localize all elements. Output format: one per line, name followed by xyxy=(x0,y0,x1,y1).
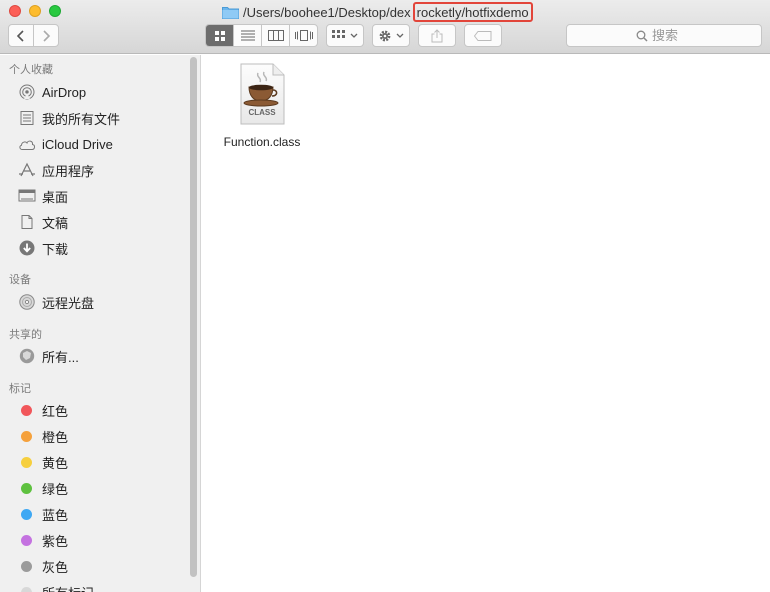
share-icon xyxy=(431,28,443,42)
tag-color-dot xyxy=(21,560,32,572)
list-icon xyxy=(240,30,255,41)
forward-button[interactable] xyxy=(33,25,58,46)
desktop-icon xyxy=(18,187,36,205)
tag-color-dot xyxy=(21,456,32,468)
sidebar-item-documents[interactable]: 文稿 xyxy=(18,212,68,232)
cover-flow-view-button[interactable] xyxy=(289,25,317,46)
zoom-window-button[interactable] xyxy=(49,5,61,17)
sidebar-item-label: 应用程序 xyxy=(42,163,95,179)
tags-heading: 标记 xyxy=(9,383,31,395)
gear-icon xyxy=(379,30,391,41)
columns-icon xyxy=(267,30,284,41)
sidebar-item-applications[interactable]: 应用程序 xyxy=(18,160,94,180)
sidebar-item-label: 紫色 xyxy=(42,533,69,549)
sidebar-item-desktop[interactable]: 桌面 xyxy=(18,186,68,206)
share-button[interactable] xyxy=(418,24,456,47)
java-class-file-icon: CLASS xyxy=(237,63,287,125)
chevron-down-icon xyxy=(396,33,404,38)
sidebar-item-label: 灰色 xyxy=(42,559,69,575)
sidebar-item-remote-disc[interactable]: 远程光盘 xyxy=(18,292,94,312)
sidebar-item-label: AirDrop xyxy=(42,84,87,100)
file-browser-content: CLASS Function.class xyxy=(202,55,770,592)
file-item[interactable]: CLASS Function.class xyxy=(218,63,306,149)
title-bar: /Users/boohee1/Desktop/dex rocketly/hotf… xyxy=(0,0,770,54)
sidebar-item-icloud-drive[interactable]: iCloud Drive xyxy=(18,134,113,154)
chevron-down-icon xyxy=(350,33,358,38)
network-icon xyxy=(18,347,36,365)
sidebar-item-label: 红色 xyxy=(42,403,69,419)
sidebar-tag-yellow[interactable]: 黄色 xyxy=(18,452,68,472)
tag-color-dot xyxy=(21,482,32,494)
sidebar-item-label: 黄色 xyxy=(42,455,69,471)
file-name-label: Function.class xyxy=(223,135,301,149)
column-view-button[interactable] xyxy=(261,25,289,46)
sidebar-item-airdrop[interactable]: AirDrop xyxy=(18,82,86,102)
sidebar-scrollbar[interactable] xyxy=(190,57,197,577)
arrange-button[interactable] xyxy=(326,24,364,47)
sidebar-item-label: 文稿 xyxy=(42,215,69,231)
cloud-icon xyxy=(18,135,36,153)
file-type-badge: CLASS xyxy=(248,108,276,117)
sidebar-tag-red[interactable]: 红色 xyxy=(18,400,68,420)
cover-flow-icon xyxy=(294,30,313,41)
tag-color-dot xyxy=(21,508,32,520)
grid-icon xyxy=(214,30,225,41)
sidebar-item-all-shared[interactable]: 所有... xyxy=(18,346,79,366)
action-button[interactable] xyxy=(372,24,410,47)
sidebar-item-all-my-files[interactable]: 我的所有文件 xyxy=(18,108,120,128)
shared-heading: 共享的 xyxy=(9,329,42,341)
sidebar-tag-blue[interactable]: 蓝色 xyxy=(18,504,68,524)
back-forward-group xyxy=(8,24,59,47)
documents-icon xyxy=(18,213,36,231)
sidebar-item-label: 桌面 xyxy=(42,189,69,205)
minimize-window-button[interactable] xyxy=(29,5,41,17)
sidebar-item-label: 蓝色 xyxy=(42,507,69,523)
search-input[interactable] xyxy=(652,28,692,43)
sidebar-item-label: 我的所有文件 xyxy=(42,111,121,127)
view-mode-group xyxy=(205,24,318,47)
arrange-grid-icon xyxy=(332,30,345,38)
favorites-heading: 个人收藏 xyxy=(9,64,53,76)
close-window-button[interactable] xyxy=(9,5,21,17)
applications-icon xyxy=(18,161,36,179)
sidebar-item-downloads[interactable]: 下载 xyxy=(18,238,68,258)
airdrop-icon xyxy=(18,83,36,101)
tag-color-dot xyxy=(21,534,32,546)
tag-color-dot xyxy=(21,404,32,416)
sidebar: 个人收藏 AirDrop 我的所有文件 iCloud Drive 应用程序 桌面 xyxy=(0,55,201,592)
icon-view-button[interactable] xyxy=(206,25,233,46)
chevron-right-icon xyxy=(43,29,51,42)
sidebar-item-label: 所有... xyxy=(42,349,79,365)
remote-disc-icon xyxy=(18,293,36,311)
sidebar-tag-purple[interactable]: 紫色 xyxy=(18,530,68,550)
sidebar-tag-orange[interactable]: 橙色 xyxy=(18,426,68,446)
path-highlighted-segment: rocketly/hotfixdemo xyxy=(412,2,533,22)
sidebar-item-label: 绿色 xyxy=(42,481,69,497)
tag-icon xyxy=(474,30,492,41)
sidebar-item-label: 远程光盘 xyxy=(42,295,95,311)
window-title-path: /Users/boohee1/Desktop/dex rocketly/hotf… xyxy=(222,2,533,22)
sidebar-item-label: 所有标记 xyxy=(42,583,94,592)
sidebar-item-label: iCloud Drive xyxy=(42,136,113,152)
search-field[interactable] xyxy=(566,24,762,47)
back-button[interactable] xyxy=(9,25,33,46)
all-files-icon xyxy=(18,109,36,127)
folder-icon xyxy=(222,6,239,19)
chevron-left-icon xyxy=(16,29,24,42)
list-view-button[interactable] xyxy=(233,25,261,46)
tag-color-dot xyxy=(21,430,32,442)
search-icon xyxy=(636,30,648,42)
sidebar-tag-gray[interactable]: 灰色 xyxy=(18,556,68,576)
sidebar-item-label: 橙色 xyxy=(42,429,69,445)
path-prefix: /Users/boohee1/Desktop/dex xyxy=(243,4,411,20)
tag-color-dot xyxy=(21,586,32,592)
sidebar-tag-green[interactable]: 绿色 xyxy=(18,478,68,498)
sidebar-item-label: 下载 xyxy=(42,241,69,257)
tag-button[interactable] xyxy=(464,24,502,47)
devices-heading: 设备 xyxy=(9,274,31,286)
sidebar-tag-all[interactable]: 所有标记 xyxy=(18,582,94,592)
download-icon xyxy=(18,239,36,257)
